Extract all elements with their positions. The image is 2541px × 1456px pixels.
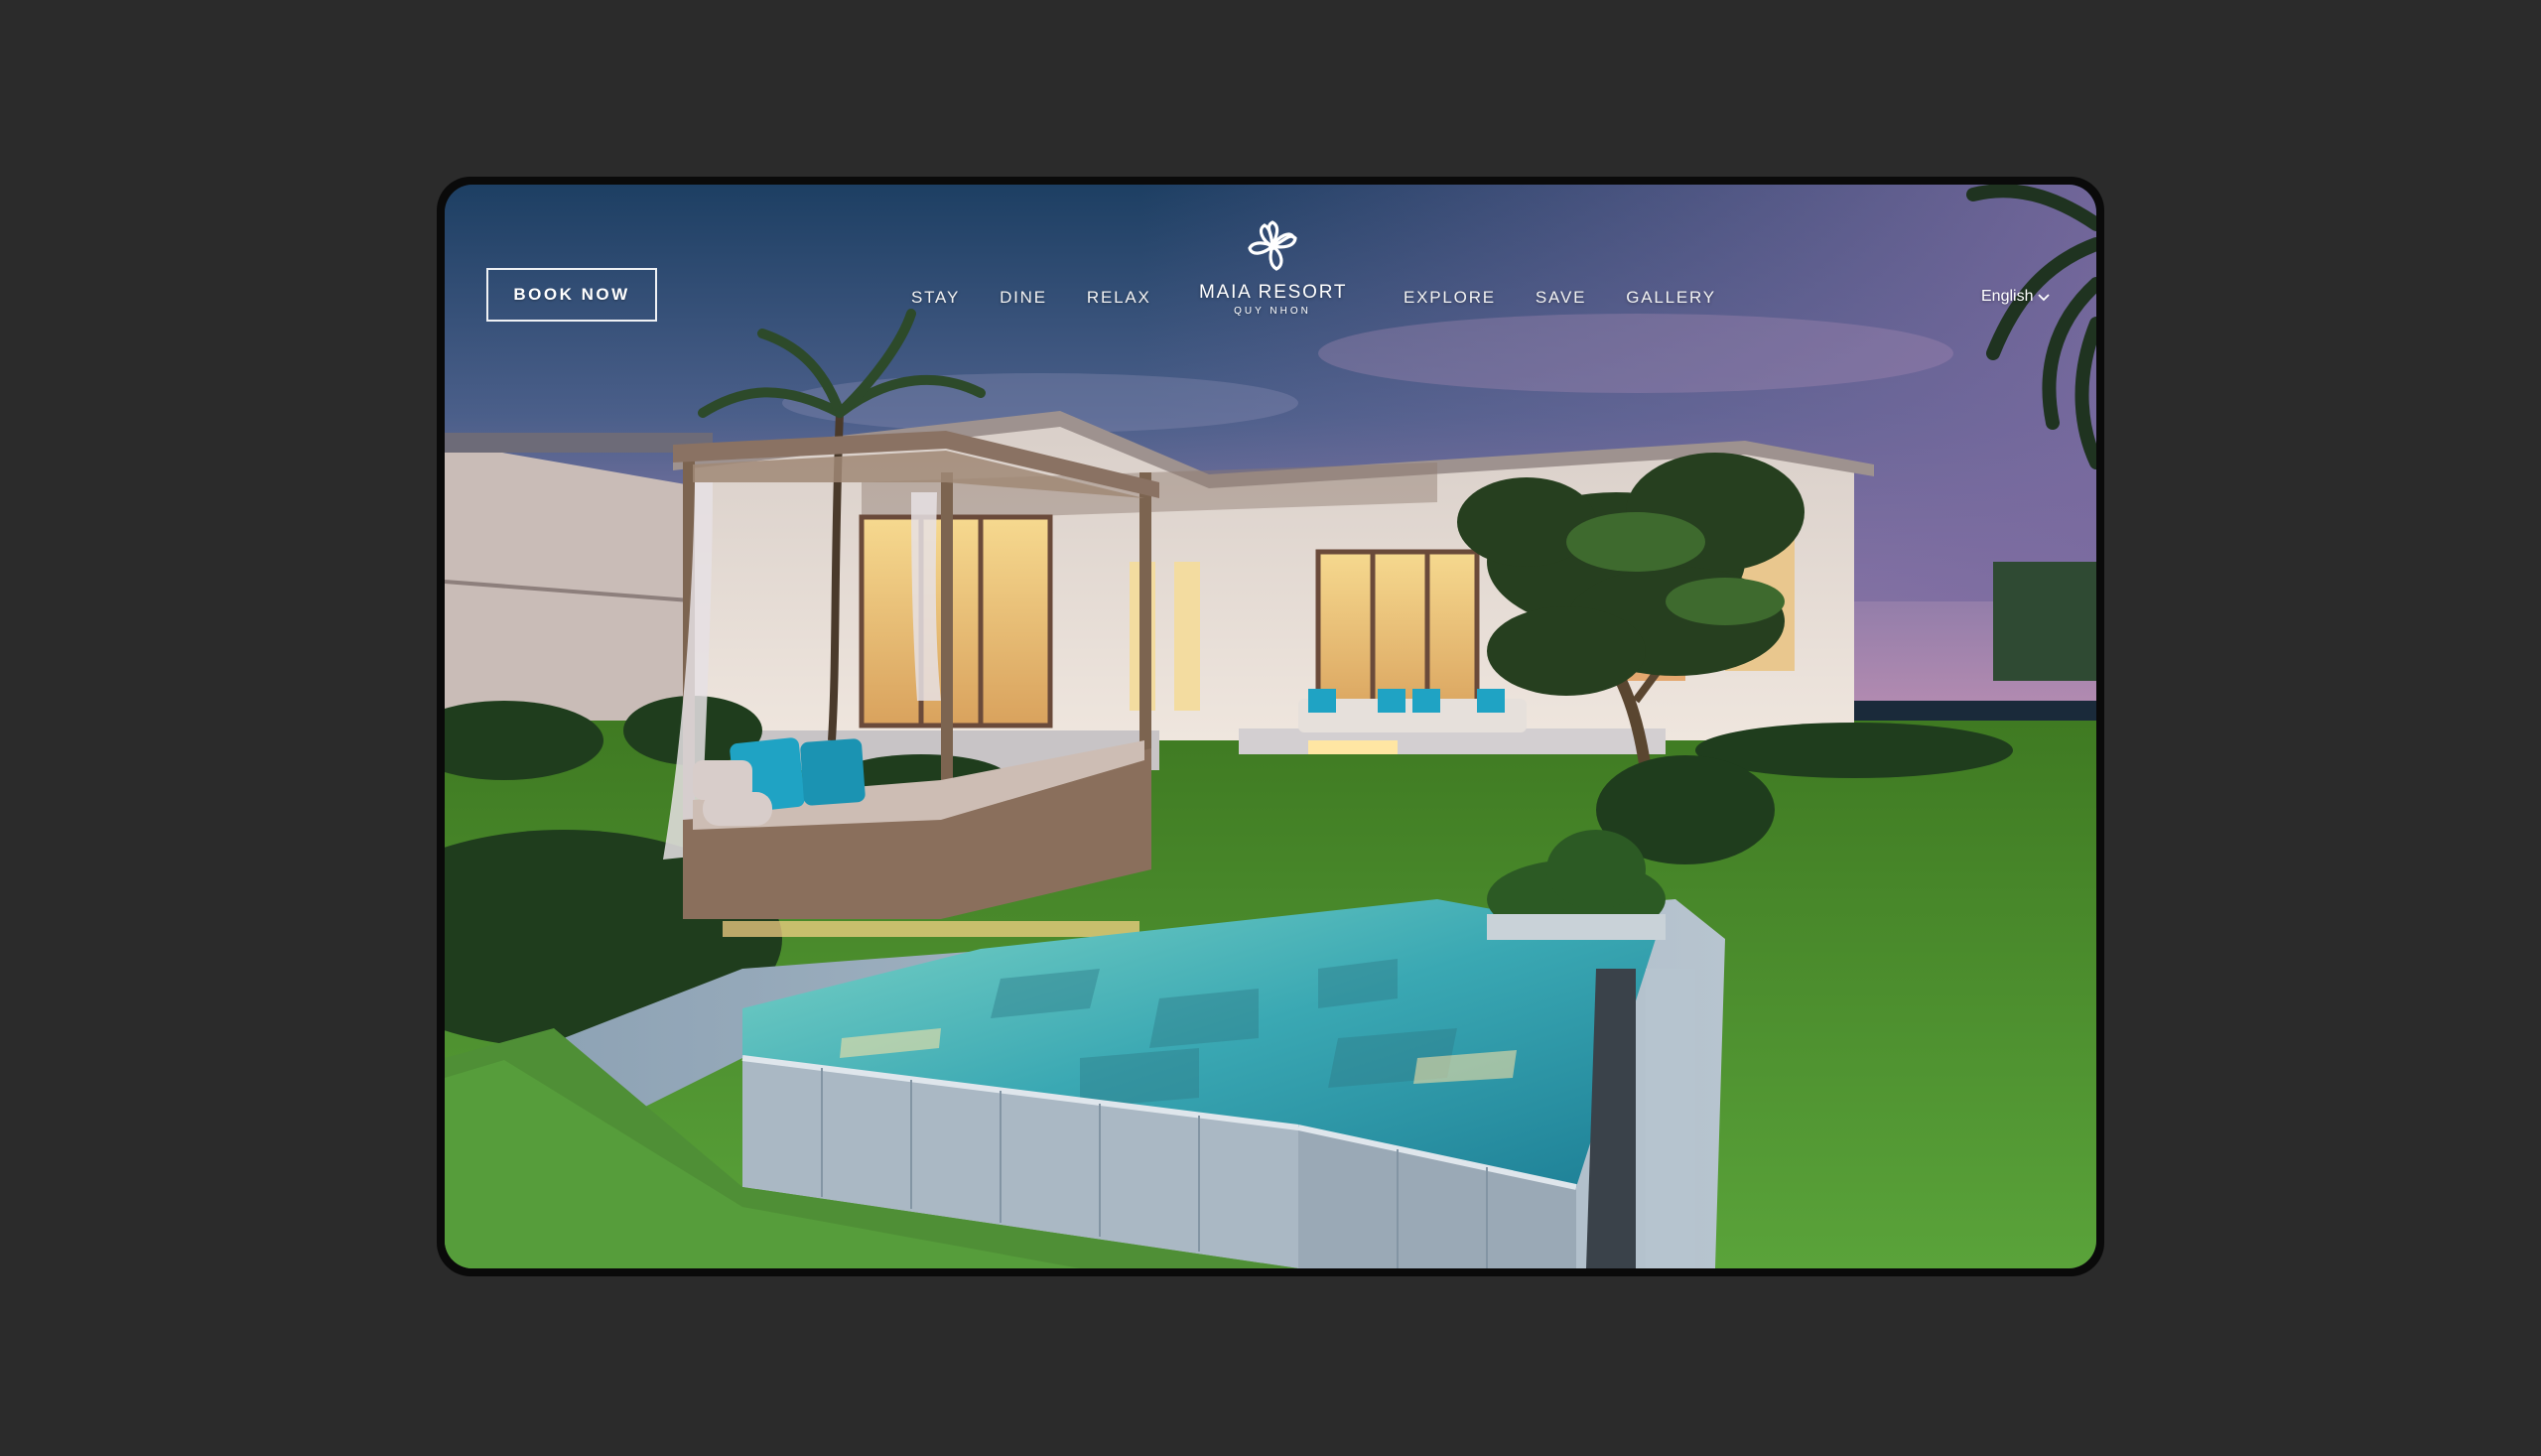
chevron-down-icon: [2038, 294, 2051, 302]
website-viewport: BOOK NOW STAY DINE RELAX MAIA RESORT QUY…: [445, 185, 2096, 1268]
brand-name: MAIA RESORT: [1199, 282, 1348, 303]
top-navigation: BOOK NOW STAY DINE RELAX MAIA RESORT QUY…: [445, 185, 2096, 343]
language-selector[interactable]: English: [1981, 288, 2051, 306]
hero-image: [445, 185, 2096, 1268]
nav-menu-left: STAY DINE RELAX: [911, 288, 1151, 308]
brand-logo-link[interactable]: MAIA RESORT QUY NHON: [1199, 216, 1346, 317]
book-now-button[interactable]: BOOK NOW: [486, 268, 657, 322]
nav-menu-right: EXPLORE SAVE GALLERY: [1404, 288, 1716, 308]
flower-logo-icon: [1248, 220, 1297, 271]
device-frame: BOOK NOW STAY DINE RELAX MAIA RESORT QUY…: [437, 177, 2104, 1276]
nav-item-explore[interactable]: EXPLORE: [1404, 288, 1496, 308]
brand-location: QUY NHON: [1234, 306, 1311, 317]
nav-item-save[interactable]: SAVE: [1536, 288, 1586, 308]
nav-item-stay[interactable]: STAY: [911, 288, 960, 308]
nav-item-dine[interactable]: DINE: [1000, 288, 1047, 308]
language-label: English: [1981, 288, 2034, 305]
nav-item-gallery[interactable]: GALLERY: [1626, 288, 1716, 308]
nav-item-relax[interactable]: RELAX: [1087, 288, 1151, 308]
